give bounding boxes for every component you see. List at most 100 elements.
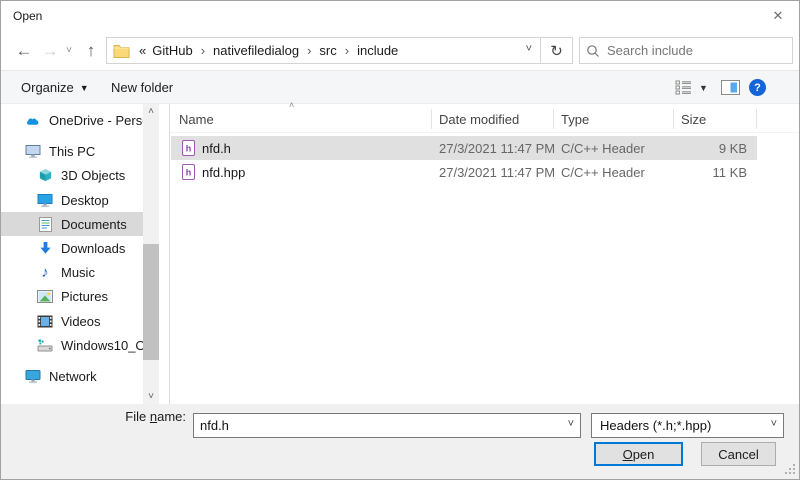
search-icon: [586, 44, 600, 58]
onedrive-cloud-icon: [25, 112, 41, 128]
scroll-up-icon[interactable]: ˄: [143, 104, 159, 119]
sidebar-scrollbar[interactable]: ˄ ˅: [143, 104, 159, 404]
file-type-dropdown[interactable]: Headers (*.h;*.hpp) ˅: [591, 413, 784, 438]
change-view-button[interactable]: ▼: [669, 71, 714, 104]
breadcrumb-separator-icon: ›: [302, 43, 316, 58]
column-divider[interactable]: [553, 109, 554, 129]
breadcrumb-segment-github[interactable]: GitHub: [149, 43, 195, 58]
file-size: 11 KB: [673, 160, 747, 184]
dialog-footer: File name: ˅ Headers (*.h;*.hpp) ˅ Open …: [1, 404, 799, 480]
sidebar-item-documents[interactable]: Documents: [1, 212, 143, 236]
breadcrumb-segment-src[interactable]: src: [316, 43, 339, 58]
column-header-size[interactable]: Size: [681, 106, 706, 132]
preview-pane-button[interactable]: [715, 71, 746, 104]
organize-label: Organize: [21, 80, 74, 95]
network-icon: [25, 368, 41, 384]
open-button[interactable]: Open: [594, 442, 683, 466]
column-header-name[interactable]: Name: [179, 106, 214, 132]
svg-text:h: h: [186, 144, 192, 154]
sidebar-item-downloads[interactable]: Downloads: [1, 236, 143, 260]
organize-button[interactable]: Organize ▼: [15, 71, 95, 104]
sidebar-item-music[interactable]: ♪ Music: [1, 260, 143, 284]
help-button[interactable]: ?: [743, 71, 772, 104]
sidebar-item-desktop[interactable]: Desktop: [1, 188, 143, 212]
refresh-icon: ↻: [550, 42, 563, 60]
cancel-button[interactable]: Cancel: [701, 442, 776, 466]
hard-drive-icon: [37, 337, 53, 353]
file-name-label: File name:: [1, 409, 186, 424]
file-size: 9 KB: [673, 136, 747, 160]
scrollbar-thumb[interactable]: [143, 244, 159, 360]
column-header-date-modified[interactable]: Date modified: [439, 106, 519, 132]
header-file-icon: h: [182, 140, 195, 159]
refresh-button[interactable]: ↻: [541, 37, 573, 64]
sidebar-item-onedrive[interactable]: OneDrive - Person: [1, 108, 143, 132]
up-button[interactable]: ↑: [80, 39, 102, 61]
header-underline: [170, 132, 800, 133]
chevron-down-icon: ▼: [80, 83, 89, 93]
open-file-dialog: Open ✕ ← → ˅ ↑ « GitHub › nativefiledial…: [0, 0, 800, 480]
column-label: Type: [561, 112, 589, 127]
sidebar-item-pictures[interactable]: Pictures: [1, 284, 143, 308]
breadcrumb-segment-include[interactable]: include: [354, 43, 401, 58]
chevron-down-icon[interactable]: ˅: [771, 418, 777, 430]
folder-icon: [113, 43, 130, 58]
file-date-modified: 27/3/2021 11:47 PM: [439, 160, 555, 184]
sidebar-item-label: This PC: [49, 144, 95, 159]
back-button[interactable]: ←: [13, 39, 35, 61]
new-folder-label: New folder: [111, 80, 173, 95]
preview-pane-icon: [721, 80, 740, 95]
dialog-title: Open: [13, 9, 42, 23]
file-row-nfd-hpp[interactable]: h nfd.hpp 27/3/2021 11:47 PM C/C++ Heade…: [170, 160, 800, 184]
title-bar[interactable]: Open ✕: [1, 1, 799, 31]
sidebar-item-windows10-os[interactable]: Windows10_OS (: [1, 333, 143, 357]
sidebar-item-label: OneDrive - Person: [49, 113, 143, 128]
file-name-combobox[interactable]: ˅: [193, 413, 581, 438]
sidebar-item-this-pc[interactable]: This PC: [1, 139, 143, 163]
details-view-icon: [675, 80, 693, 95]
sidebar-item-label: Pictures: [61, 289, 108, 304]
column-label: Size: [681, 112, 706, 127]
music-note-icon: ♪: [37, 264, 53, 280]
sidebar-item-videos[interactable]: Videos: [1, 309, 143, 333]
breadcrumb-separator-icon: ›: [340, 43, 354, 58]
address-bar[interactable]: « GitHub › nativefiledialog › src › incl…: [106, 37, 541, 64]
sidebar-item-3d-objects[interactable]: 3D Objects: [1, 163, 143, 187]
sidebar-item-label: Downloads: [61, 241, 125, 256]
film-icon: [37, 313, 53, 329]
sidebar-item-label: Videos: [61, 314, 101, 329]
breadcrumb-separator-icon: ›: [196, 43, 210, 58]
search-input[interactable]: [600, 42, 786, 59]
close-icon[interactable]: ✕: [765, 5, 791, 27]
file-type-value: Headers (*.h;*.hpp): [600, 418, 711, 433]
forward-button[interactable]: →: [39, 39, 61, 61]
sidebar-item-label: Network: [49, 369, 97, 384]
file-name: nfd.h: [202, 136, 231, 160]
sidebar-item-network[interactable]: Network: [1, 364, 143, 388]
chevron-down-icon[interactable]: ˅: [568, 418, 574, 430]
file-row-nfd-h[interactable]: h nfd.h 27/3/2021 11:47 PM C/C++ Header …: [170, 136, 800, 160]
chevron-down-icon: ▼: [699, 83, 708, 93]
new-folder-button[interactable]: New folder: [105, 71, 179, 104]
address-dropdown-chevron-icon[interactable]: ˅: [526, 43, 532, 55]
column-divider[interactable]: [673, 109, 674, 129]
history-chevron-icon[interactable]: ˅: [62, 42, 76, 58]
file-type: C/C++ Header: [561, 160, 645, 184]
scroll-down-icon[interactable]: ˅: [143, 389, 159, 404]
computer-icon: [25, 143, 41, 159]
file-type: C/C++ Header: [561, 136, 645, 160]
breadcrumb-segment-nativefiledialog[interactable]: nativefiledialog: [210, 43, 302, 58]
search-box[interactable]: [579, 37, 793, 64]
command-toolbar: Organize ▼ New folder ▼ ?: [1, 70, 799, 104]
file-name-input[interactable]: [194, 417, 544, 434]
resize-grip[interactable]: [784, 463, 796, 478]
column-divider[interactable]: [431, 109, 432, 129]
document-icon: [37, 216, 53, 232]
column-label: Date modified: [439, 112, 519, 127]
breadcrumb-overflow-chevron[interactable]: «: [136, 43, 149, 58]
sidebar-item-label: Documents: [61, 217, 127, 232]
sidebar-item-label: Music: [61, 265, 95, 280]
column-header-type[interactable]: Type: [561, 106, 589, 132]
sidebar-item-label: Desktop: [61, 193, 109, 208]
column-divider[interactable]: [756, 109, 757, 129]
